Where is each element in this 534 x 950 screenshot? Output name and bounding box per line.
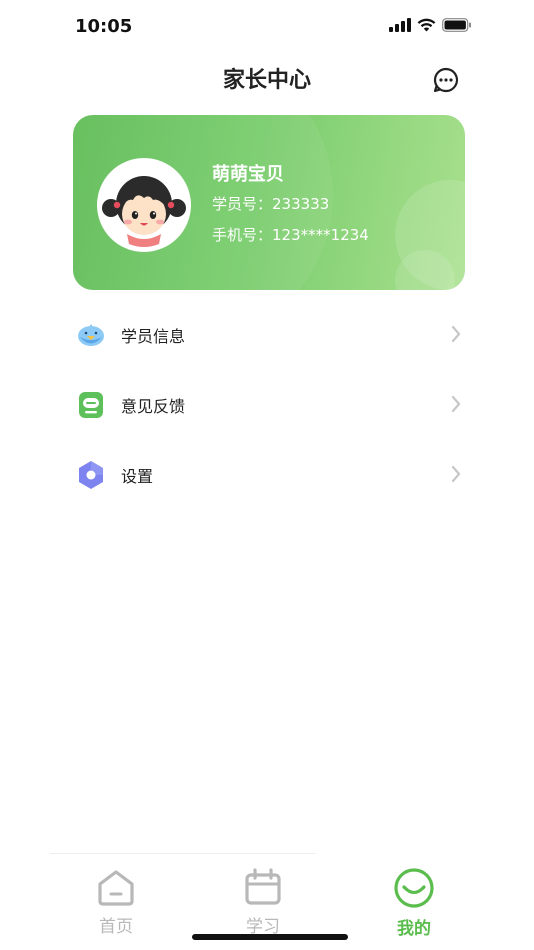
home-indicator xyxy=(192,934,348,940)
menu-item-settings[interactable]: 设置 xyxy=(75,440,465,510)
tab-mine[interactable]: 我的 xyxy=(364,868,464,939)
settings-icon xyxy=(75,459,107,491)
chevron-right-icon xyxy=(451,465,461,483)
chat-icon xyxy=(433,67,458,93)
menu-item-label: 学员信息 xyxy=(121,327,186,346)
battery-icon xyxy=(442,18,471,32)
smile-icon xyxy=(394,868,434,908)
student-id-row: 学员号：233333 xyxy=(212,193,329,214)
tab-label: 我的 xyxy=(397,919,431,939)
menu-item-student-info[interactable]: 学员信息 xyxy=(75,300,465,370)
menu-item-label: 意见反馈 xyxy=(121,397,186,416)
profile-card[interactable]: 萌萌宝贝 学员号：233333 手机号：123****1234 xyxy=(73,115,465,290)
student-id-label: 学员号： xyxy=(212,195,273,213)
chevron-right-icon xyxy=(451,325,461,343)
calendar-icon xyxy=(245,868,281,905)
girl-avatar-icon xyxy=(102,176,186,247)
tab-home[interactable]: 首页 xyxy=(66,868,166,937)
home-icon xyxy=(98,870,134,906)
phone-value: 123****1234 xyxy=(272,226,369,244)
menu-item-label: 设置 xyxy=(121,467,154,486)
student-name: 萌萌宝贝 xyxy=(212,164,284,185)
student-id-value: 233333 xyxy=(272,195,330,213)
bird-icon xyxy=(75,319,107,351)
tab-study[interactable]: 学习 xyxy=(213,868,313,937)
chevron-right-icon xyxy=(451,395,461,413)
status-icons xyxy=(389,18,472,32)
menu-list: 学员信息 意见反馈 设置 xyxy=(75,300,465,510)
tab-label: 首页 xyxy=(99,917,133,937)
phone-row: 手机号：123****1234 xyxy=(212,224,369,245)
feedback-icon xyxy=(75,389,107,421)
card-decoration xyxy=(395,250,455,290)
nav-bar: 家长中心 xyxy=(0,52,534,104)
phone-label: 手机号： xyxy=(212,226,273,244)
wifi-icon xyxy=(417,18,436,32)
menu-item-feedback[interactable]: 意见反馈 xyxy=(75,370,465,440)
avatar[interactable] xyxy=(97,158,191,252)
tab-bar-divider xyxy=(50,853,316,854)
status-time: 10:05 xyxy=(75,16,133,37)
signal-icon xyxy=(389,18,411,32)
status-bar: 10:05 xyxy=(0,0,534,52)
message-button[interactable] xyxy=(432,66,460,94)
